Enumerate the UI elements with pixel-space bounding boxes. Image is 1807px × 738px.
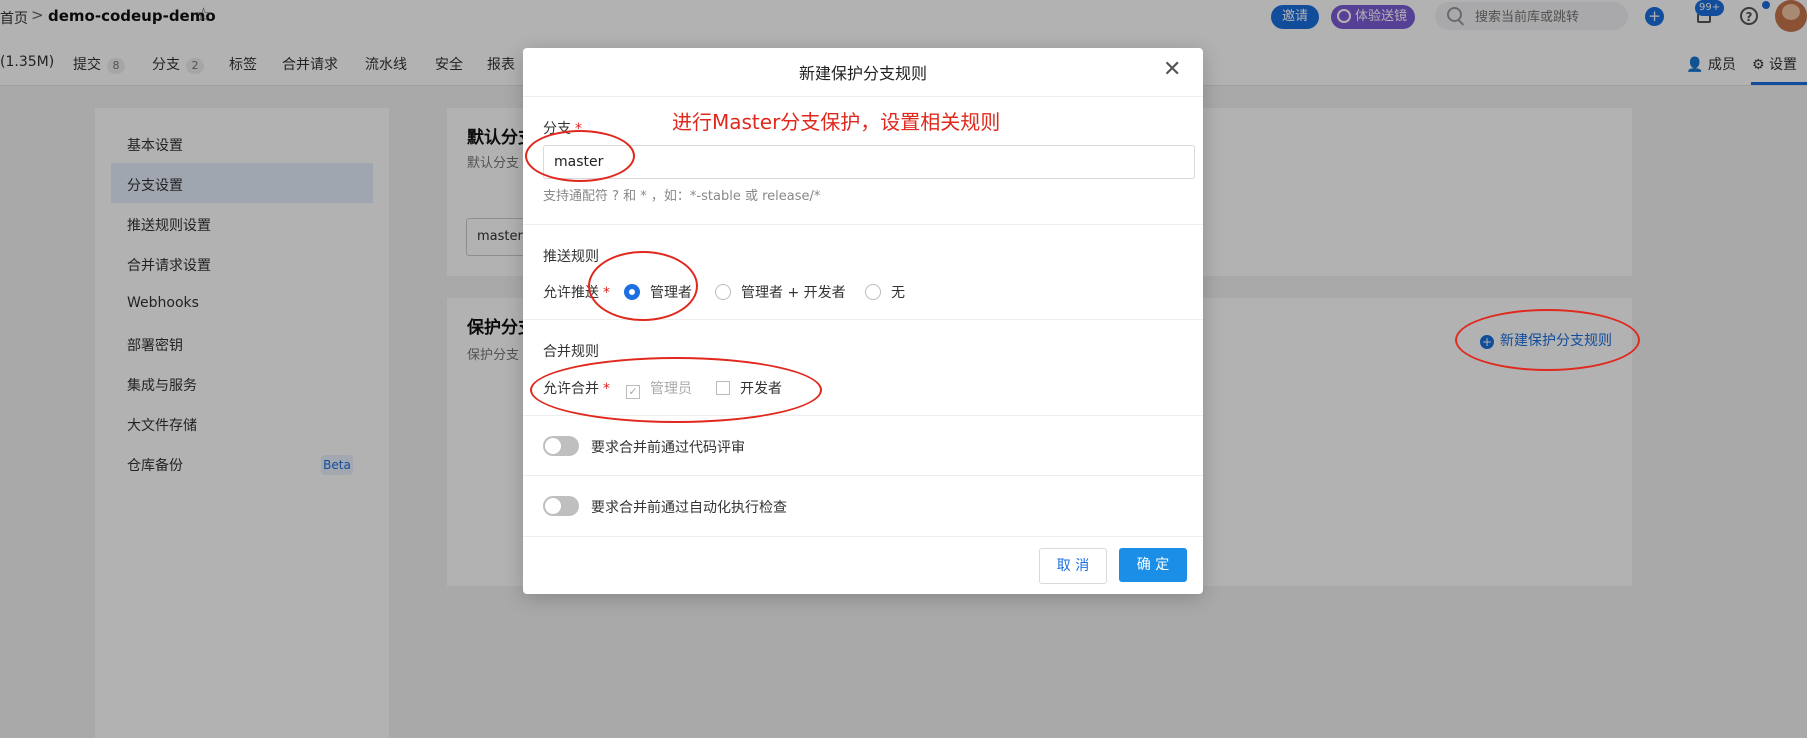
annotation-text: 进行Master分支保护，设置相关规则	[672, 110, 1001, 134]
modal-title: 新建保护分支规则	[798, 64, 927, 83]
annotation-ellipse-merge	[530, 357, 822, 423]
cancel-button[interactable]: 取 消	[1039, 548, 1107, 584]
auto-check-toggle-label: 要求合并前通过自动化执行检查	[591, 500, 787, 516]
push-option-admin-dev[interactable]: 管理者 + 开发者	[715, 282, 846, 302]
auto-check-toggle[interactable]	[543, 496, 579, 516]
divider	[523, 475, 1203, 476]
annotation-ellipse-push	[588, 251, 698, 321]
confirm-button[interactable]: 确 定	[1119, 548, 1187, 582]
close-icon[interactable]: ✕	[1163, 57, 1181, 82]
radio-icon	[715, 284, 731, 300]
radio-icon	[865, 284, 881, 300]
branch-input[interactable]	[543, 145, 1195, 179]
branch-hint: 支持通配符 ? 和 * ，如：*-stable 或 release/*	[543, 189, 821, 204]
push-option-label: 无	[891, 285, 905, 301]
review-toggle[interactable]	[543, 436, 579, 456]
push-option-label: 管理者 + 开发者	[741, 285, 846, 301]
annotation-ellipse-new-rule	[1455, 309, 1640, 371]
annotation-ellipse-branch	[525, 130, 635, 182]
divider	[523, 536, 1203, 537]
push-option-none[interactable]: 无	[865, 282, 905, 302]
push-section-title: 推送规则	[543, 249, 599, 265]
review-toggle-label: 要求合并前通过代码评审	[591, 440, 745, 456]
divider	[523, 96, 1203, 97]
merge-section-title: 合并规则	[543, 344, 599, 360]
divider	[523, 224, 1203, 225]
